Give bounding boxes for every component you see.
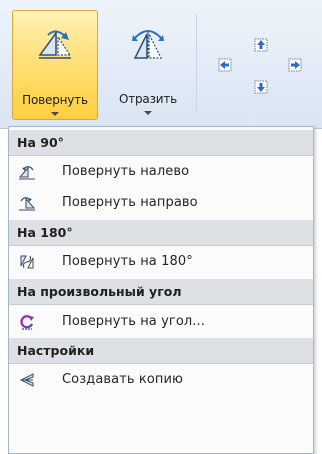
move-down-icon[interactable] bbox=[254, 80, 268, 94]
move-right-icon[interactable] bbox=[288, 58, 302, 72]
rotate-label: Повернуть bbox=[22, 93, 88, 107]
rotate-dropdown-menu: На 90° Повернуть налево Повернуть направ… bbox=[8, 126, 314, 454]
menu-item-create-copy[interactable]: Создавать копию bbox=[9, 365, 313, 395]
flip-dropdown-arrow-icon bbox=[144, 111, 152, 115]
flip-label: Отразить bbox=[118, 92, 178, 106]
move-left-icon[interactable] bbox=[218, 58, 232, 72]
menu-item-rotate-by-angle[interactable]: Повернуть на угол... bbox=[9, 307, 313, 337]
menu-item-label: Повернуть на 180° bbox=[62, 254, 193, 269]
section-header-arbitrary-angle: На произвольный угол bbox=[9, 279, 313, 305]
flip-button[interactable]: Отразить bbox=[108, 10, 188, 120]
rotate-right-icon bbox=[19, 197, 35, 211]
ribbon: Повернуть Отразить bbox=[0, 0, 322, 129]
menu-item-label: Повернуть налево bbox=[62, 164, 190, 179]
menu-item-rotate-180[interactable]: Повернуть на 180° bbox=[9, 247, 313, 277]
rotate-angle-icon bbox=[20, 315, 34, 330]
menu-item-rotate-left[interactable]: Повернуть налево bbox=[9, 157, 313, 187]
menu-item-label: Создавать копию bbox=[62, 372, 184, 387]
rotate-button[interactable]: Повернуть bbox=[12, 10, 98, 120]
section-header-180: На 180° bbox=[9, 220, 313, 246]
section-header-90: На 90° bbox=[9, 130, 313, 156]
rotate-180-icon bbox=[20, 255, 34, 269]
rotate-icon bbox=[38, 30, 72, 59]
move-up-icon[interactable] bbox=[254, 38, 268, 52]
menu-item-rotate-right[interactable]: Повернуть направо bbox=[9, 188, 313, 218]
ribbon-separator bbox=[196, 14, 197, 114]
create-copy-icon bbox=[19, 373, 34, 387]
menu-item-label: Повернуть направо bbox=[62, 195, 198, 210]
rotate-dropdown-arrow-icon bbox=[51, 112, 59, 116]
section-header-settings: Настройки bbox=[9, 338, 313, 364]
menu-item-label: Повернуть на угол... bbox=[62, 314, 205, 329]
rotate-left-icon bbox=[19, 166, 35, 180]
flip-icon bbox=[132, 30, 164, 60]
